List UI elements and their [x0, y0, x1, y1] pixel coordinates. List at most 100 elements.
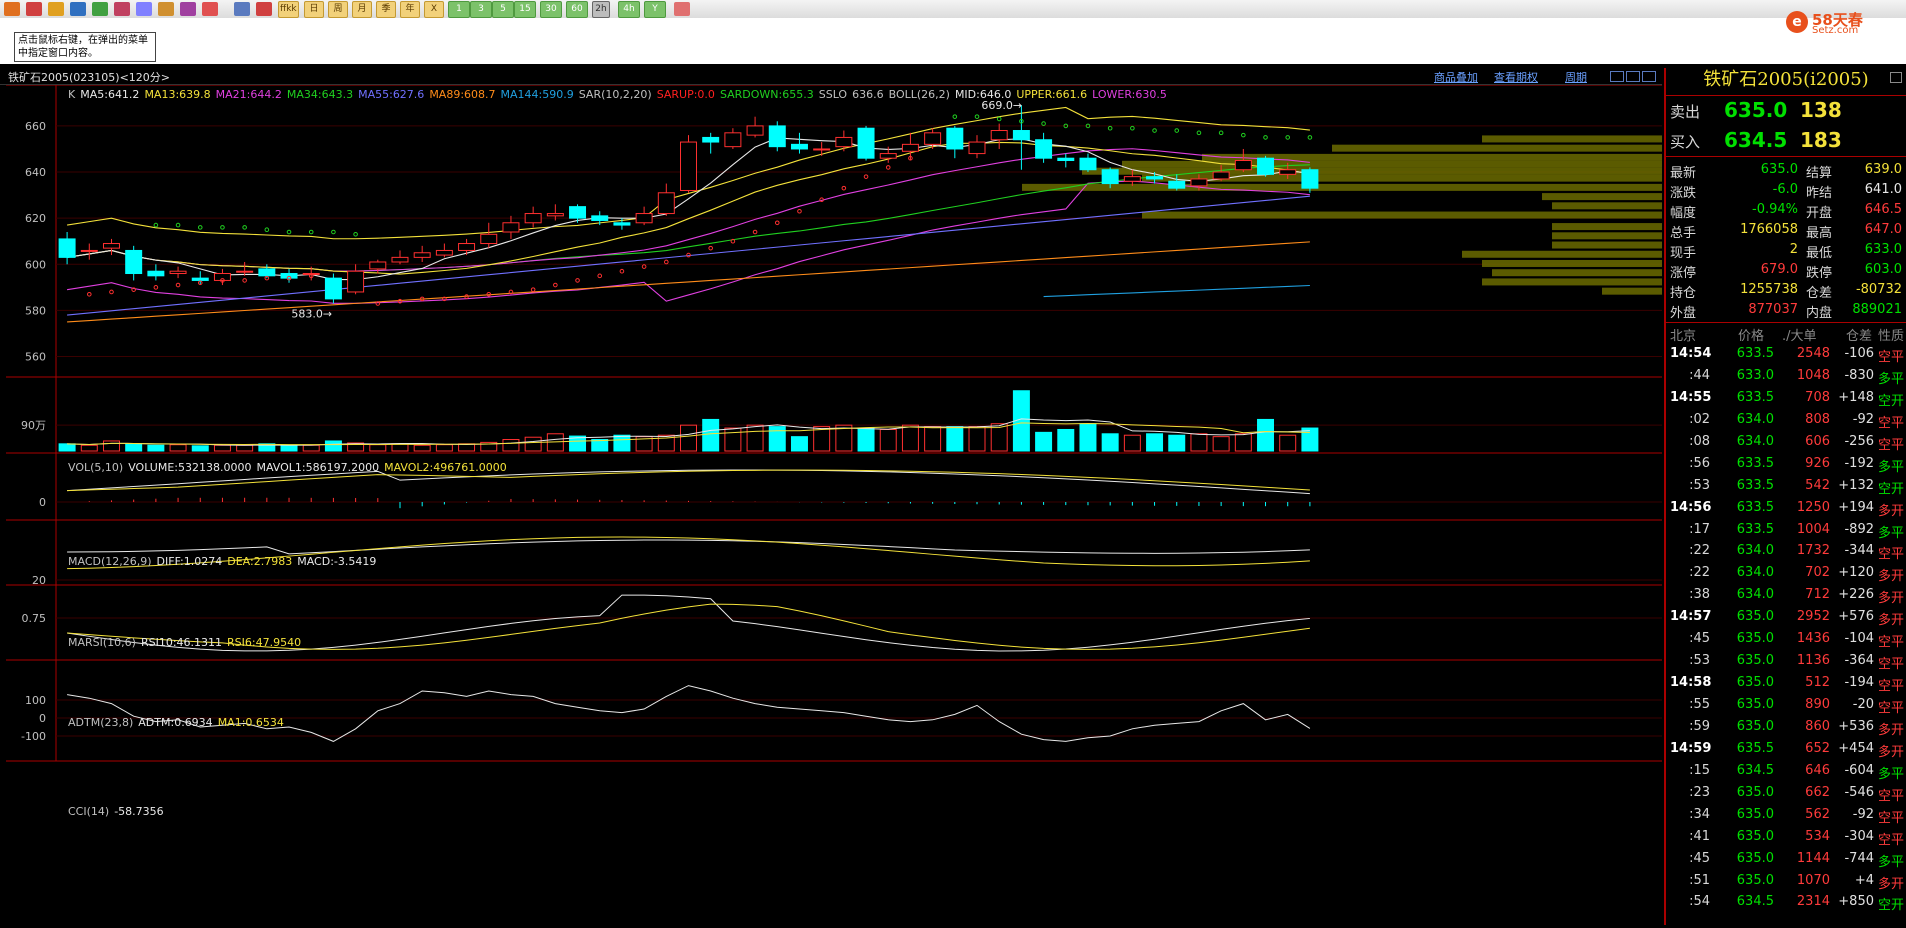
window-split-icon[interactable]: [1626, 71, 1640, 82]
sar-down-dot: [1196, 130, 1202, 136]
tick-row[interactable]: :51 635.0 1070 +4 多开: [1666, 870, 1906, 892]
toolbar-tool-icon[interactable]: [92, 2, 108, 16]
sar-down-dot: [952, 114, 958, 119]
toolbar-ffkk-button[interactable]: ffkk: [278, 1, 299, 18]
tick-row[interactable]: :23 635.0 662 -546 空平: [1666, 782, 1906, 804]
toolbar-tool-icon[interactable]: [48, 2, 64, 16]
toolbar-tool-icon[interactable]: [114, 2, 130, 16]
tick-oi-diff: -744: [1844, 850, 1874, 866]
adtm-legend-item: ADTM(23,8): [68, 716, 134, 729]
period-minute-button-5[interactable]: 5: [492, 1, 514, 18]
period-minute-button-15[interactable]: 15: [514, 1, 536, 18]
tick-oi-diff: -194: [1844, 675, 1874, 691]
tick-row[interactable]: :44 633.0 1048 -830 多平: [1666, 365, 1906, 387]
sar-down-dot: [1174, 128, 1180, 133]
tick-time: :55: [1689, 697, 1710, 712]
hint-tooltip: 点击鼠标右键，在弹出的菜单中指定窗口内容。: [14, 32, 156, 62]
period-minute-button-30[interactable]: 30: [540, 1, 562, 18]
toolbar-tool-icon[interactable]: [4, 2, 20, 16]
candle-body: [746, 125, 764, 136]
period-minute-button-1[interactable]: 1: [448, 1, 470, 18]
candle-body: [1146, 176, 1164, 180]
panel-toggle-icon[interactable]: [1890, 72, 1902, 83]
tick-row[interactable]: :45 635.0 1144 -744 多平: [1666, 848, 1906, 870]
tick-row[interactable]: :22 634.0 702 +120 多开: [1666, 562, 1906, 584]
vol-legend-item: MAVOL1:586197.2000: [256, 461, 380, 474]
tick-list[interactable]: 14:54 633.5 2548 -106 空平:44 633.0 1048 -830 多平 14…: [1666, 343, 1906, 913]
period-minute-button-3[interactable]: 3: [470, 1, 492, 18]
tick-row[interactable]: :08 634.0 606 -256 空平: [1666, 431, 1906, 453]
tick-row[interactable]: :15 634.5 646 -604 多平: [1666, 760, 1906, 782]
candle-body: [790, 143, 808, 150]
tick-nature: 空平: [1878, 701, 1905, 716]
tick-row[interactable]: :55 635.0 890 -20 空平: [1666, 694, 1906, 716]
tick-row[interactable]: :22 634.0 1732 -344 空平: [1666, 540, 1906, 562]
tick-row[interactable]: :54 634.5 2314 +850 空开: [1666, 891, 1906, 913]
window-max-icon[interactable]: [1642, 71, 1656, 82]
tick-volume: 808: [1805, 411, 1830, 427]
stat-value: 647.0: [1864, 222, 1902, 237]
tick-row[interactable]: :34 635.0 562 -92 空平: [1666, 804, 1906, 826]
bid-volume: 183: [1800, 128, 1842, 152]
volume-bar: [169, 444, 187, 452]
tick-row[interactable]: 14:54 633.5 2548 -106 空平: [1666, 343, 1906, 365]
tick-row[interactable]: :02 634.0 808 -92 空平: [1666, 409, 1906, 431]
volume-bar: [1279, 434, 1297, 452]
toolbar-tool-icon[interactable]: [26, 2, 42, 16]
tick-row[interactable]: :41 635.0 534 -304 空平: [1666, 826, 1906, 848]
toolbar-tool-icon[interactable]: [180, 2, 196, 16]
ask-row[interactable]: 卖出 635.0 138: [1666, 95, 1906, 126]
tick-row[interactable]: 14:55 633.5 708 +148 空开: [1666, 387, 1906, 409]
tick-row[interactable]: 14:57 635.0 2952 +576 多开: [1666, 606, 1906, 628]
tick-row[interactable]: :53 635.0 1136 -364 空平: [1666, 650, 1906, 672]
sar-up-dot: [708, 245, 713, 251]
rsi-legend-item: RSI6:47.9540: [227, 636, 302, 649]
tick-row[interactable]: :59 635.0 860 +536 多开: [1666, 716, 1906, 738]
link-period[interactable]: 周期: [1565, 69, 1587, 85]
stat-value: -80732: [1855, 282, 1902, 297]
candle-body: [280, 273, 298, 279]
toolbar-chart-icon[interactable]: [256, 2, 272, 16]
symbol-title: 铁矿石2005(023105)<120分>: [8, 71, 170, 84]
tick-volume: 534: [1805, 828, 1830, 844]
toolbar-tool-icon[interactable]: [136, 2, 152, 16]
candle-body: [191, 277, 209, 281]
period-minute-button-60[interactable]: 60: [566, 1, 588, 18]
tick-row[interactable]: 14:58 635.0 512 -194 空平: [1666, 672, 1906, 694]
link-overlay[interactable]: 商品叠加: [1434, 69, 1478, 85]
tick-row[interactable]: :45 635.0 1436 -104 空平: [1666, 628, 1906, 650]
candle-body: [458, 243, 476, 251]
calendar-icon[interactable]: [674, 2, 690, 16]
tick-row[interactable]: :38 634.0 712 +226 多开: [1666, 584, 1906, 606]
toolbar-table-icon[interactable]: [234, 2, 250, 16]
sar-up-dot: [664, 259, 669, 265]
chart-svg[interactable]: 660 640 620 600 580 560 669.0→ 583.0→ 90万 0 20 0.75…: [6, 84, 1662, 925]
tick-row[interactable]: :53 633.5 542 +132 空开: [1666, 475, 1906, 497]
period-button-4[interactable]: 年: [400, 1, 420, 18]
toolbar-tool-icon[interactable]: [158, 2, 174, 16]
period-button-0[interactable]: 日: [304, 1, 324, 18]
stat-row: 幅度 -0.94% 开盘 646.5: [1666, 200, 1906, 221]
volume-bar: [213, 444, 231, 452]
tick-row[interactable]: :17 633.5 1004 -892 多平: [1666, 519, 1906, 541]
volume-bar: [502, 439, 520, 452]
toolbar-tool-icon[interactable]: [202, 2, 218, 16]
candle-body: [1234, 160, 1252, 171]
period-minute-button-4h[interactable]: 4h: [618, 1, 640, 18]
window-restore-icon[interactable]: [1610, 71, 1624, 82]
period-button-1[interactable]: 周: [328, 1, 348, 18]
tick-row[interactable]: 14:59 635.5 652 +454 多开: [1666, 738, 1906, 760]
adtm-legend-item: MA1:0.6534: [217, 716, 284, 729]
period-minute-button-2h[interactable]: 2h: [592, 1, 610, 18]
cci-legend-item: -58.7356: [114, 805, 164, 818]
toolbar-x-button[interactable]: X: [424, 1, 444, 18]
tick-row[interactable]: 14:56 633.5 1250 +194 多开: [1666, 497, 1906, 519]
tick-row[interactable]: :56 633.5 926 -192 多平: [1666, 453, 1906, 475]
link-options[interactable]: 查看期权: [1494, 69, 1538, 85]
bid-row[interactable]: 买入 634.5 183: [1666, 126, 1906, 157]
toolbar-tool-icon[interactable]: [70, 2, 86, 16]
chart-area[interactable]: 660 640 620 600 580 560 669.0→ 583.0→ 90万 0 20 0.75…: [6, 84, 1662, 928]
period-button-2[interactable]: 月: [352, 1, 372, 18]
toolbar-y-button[interactable]: Y: [644, 1, 666, 18]
period-button-3[interactable]: 季: [376, 1, 396, 18]
